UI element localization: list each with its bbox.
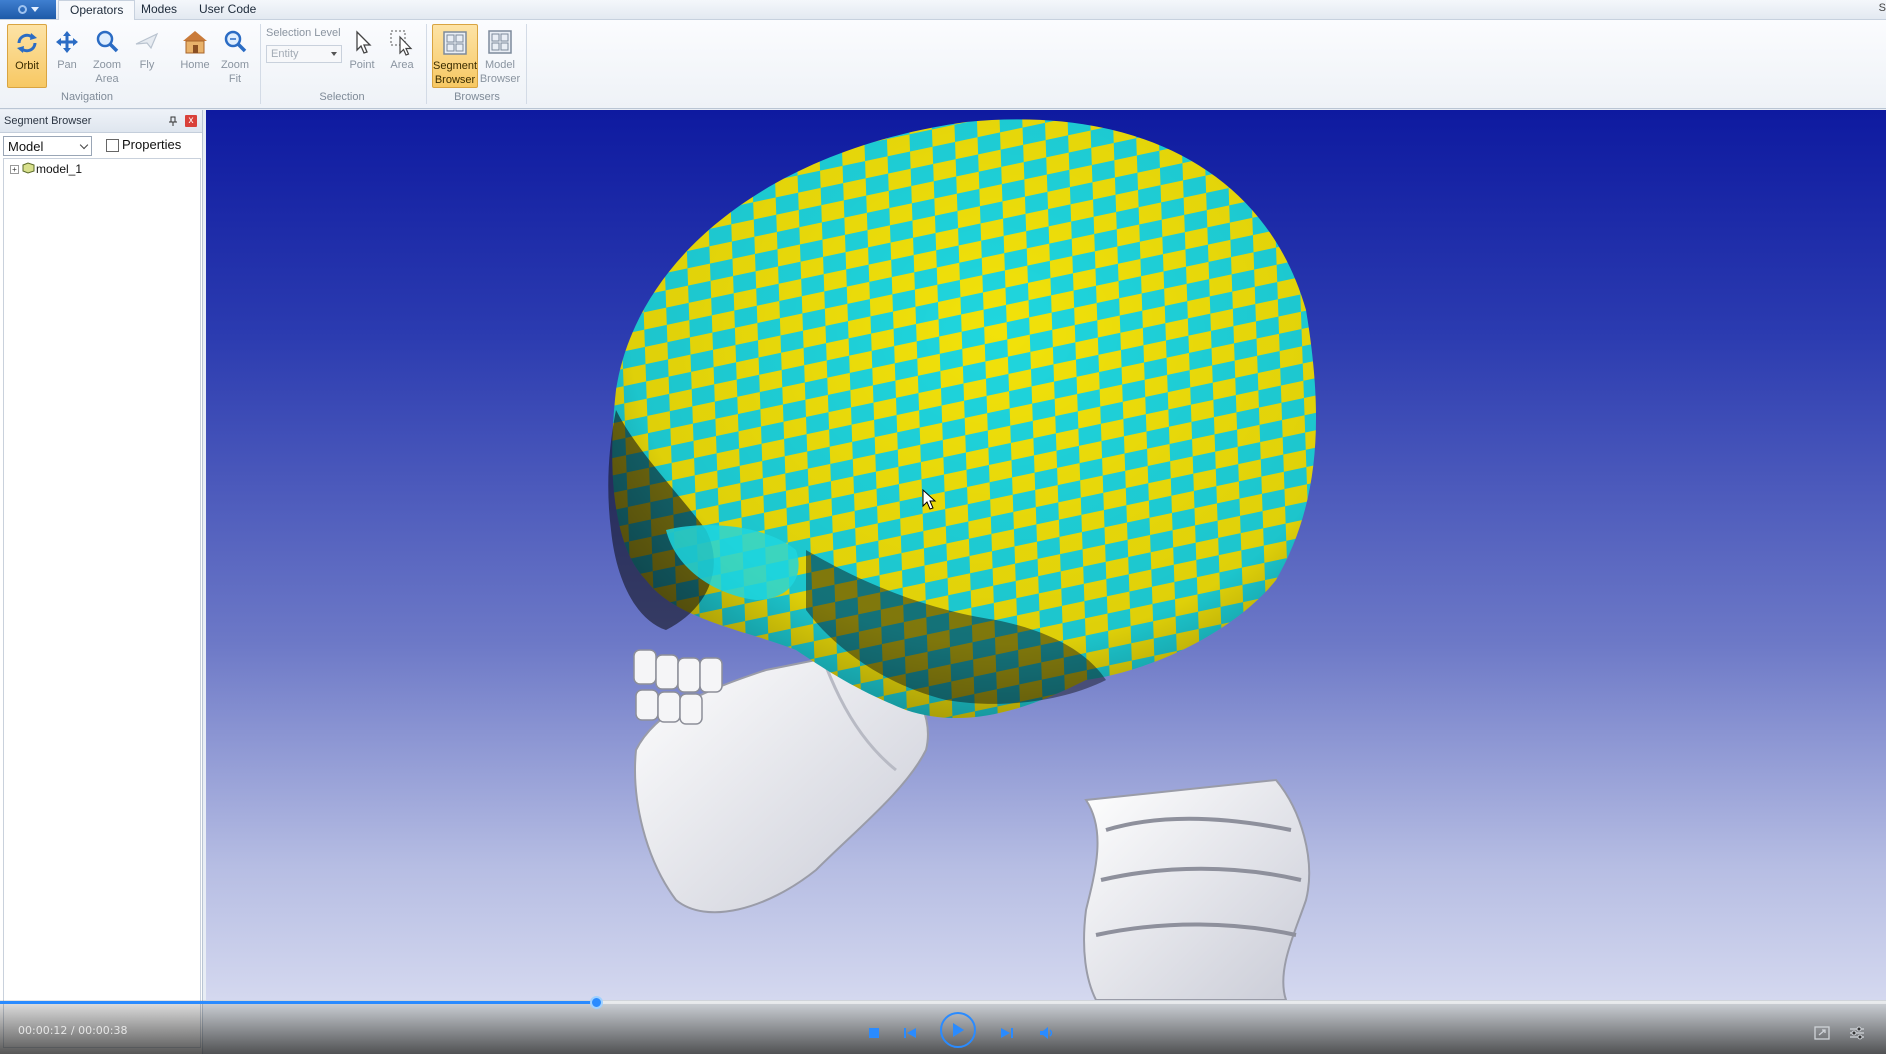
video-progress-thumb[interactable] <box>589 996 603 1009</box>
zoom-fit-button[interactable]: Zoom Fit <box>215 24 255 88</box>
segment-tree[interactable]: + model_1 <box>3 158 201 1048</box>
ribbon: Orbit Pan Zoom Area Fly Navigation Home … <box>0 20 1886 109</box>
pin-icon[interactable] <box>168 116 178 126</box>
group-separator <box>260 24 261 104</box>
model-browser-icon <box>488 30 512 54</box>
orbit-icon <box>17 33 37 53</box>
model-dropdown[interactable]: Model <box>3 136 92 156</box>
next-button[interactable] <box>993 1019 1021 1047</box>
application-menu-button[interactable] <box>0 0 56 19</box>
segment-browser-label: Segment Browser <box>433 60 478 86</box>
model-dropdown-value: Model <box>8 139 44 154</box>
volume-button[interactable] <box>1033 1019 1061 1047</box>
close-panel-button[interactable]: x <box>185 115 197 127</box>
area-select-button[interactable]: Area <box>382 24 422 88</box>
selection-level-value: Entity <box>271 48 299 60</box>
volume-icon <box>1040 1027 1053 1039</box>
tree-item-model-1[interactable]: model_1 <box>36 162 82 176</box>
model-browser-button[interactable]: Model Browser <box>478 24 522 88</box>
tab-operators[interactable]: Operators <box>58 0 136 21</box>
zoom-fit-label: Zoom Fit <box>220 59 250 85</box>
model-node-icon <box>22 162 35 174</box>
ribbon-tab-strip: Operators Modes User Code S <box>0 0 1886 21</box>
model-browser-label: Model Browser <box>479 59 521 85</box>
segment-browser-button[interactable]: Segment Browser <box>432 24 478 88</box>
pan-button[interactable]: Pan <box>47 24 87 88</box>
tree-expand-toggle[interactable]: + <box>10 165 19 174</box>
zoom-area-button[interactable]: Zoom Area <box>87 24 127 88</box>
area-select-icon <box>390 30 413 56</box>
cursor-arrow-icon <box>356 30 372 54</box>
chevron-down-icon <box>79 140 89 150</box>
panel-title: Segment Browser <box>4 115 92 127</box>
zoom-fit-icon <box>224 30 247 53</box>
group-separator <box>426 24 427 104</box>
point-select-button[interactable]: Point <box>342 24 382 88</box>
chevron-down-icon <box>331 52 337 56</box>
stop-button[interactable] <box>860 1019 888 1047</box>
area-label: Area <box>390 59 414 71</box>
selection-group-label: Selection <box>319 91 365 103</box>
cranium-checker-surface <box>608 119 1316 719</box>
navigation-group-label: Navigation <box>61 91 113 103</box>
selection-level-dropdown[interactable]: Entity <box>266 45 342 63</box>
properties-label: Properties <box>122 137 182 152</box>
skull-model-render[interactable] <box>206 110 1886 1000</box>
properties-checkbox[interactable] <box>106 139 119 152</box>
point-label: Point <box>349 59 375 71</box>
selection-level-label: Selection Level <box>266 27 341 39</box>
panel-header: Segment Browser x <box>0 110 202 133</box>
app-logo-icon <box>17 5 27 14</box>
segment-browser-panel: Segment Browser x Model Properties + mod… <box>0 110 203 1054</box>
chevron-down-icon <box>30 7 39 12</box>
play-button[interactable] <box>940 1012 976 1048</box>
previous-button[interactable] <box>896 1019 924 1047</box>
home-label: Home <box>180 59 210 71</box>
window-corner-text: S <box>1878 2 1886 14</box>
home-icon <box>183 31 207 54</box>
zoom-area-label: Zoom Area <box>92 59 122 85</box>
fullscreen-button[interactable] <box>1808 1019 1836 1047</box>
zoom-area-icon <box>96 30 119 53</box>
settings-sliders-icon <box>1850 1026 1864 1040</box>
skip-previous-icon <box>904 1028 916 1038</box>
orbit-button[interactable]: Orbit <box>7 24 47 88</box>
pan-icon <box>56 31 78 53</box>
fly-icon <box>135 32 159 50</box>
skip-next-icon <box>1001 1028 1013 1038</box>
video-progress-fill <box>0 1001 596 1004</box>
cervical-spine <box>1083 778 1311 1000</box>
pan-label: Pan <box>57 59 77 71</box>
settings-button[interactable] <box>1843 1019 1871 1047</box>
tab-modes[interactable]: Modes <box>130 0 188 20</box>
segment-browser-icon <box>443 31 467 55</box>
fullscreen-icon <box>1814 1026 1830 1040</box>
browsers-group-label: Browsers <box>454 91 500 103</box>
video-time-readout: 00:00:12 / 00:00:38 <box>18 1024 128 1037</box>
fly-label: Fly <box>139 59 155 71</box>
play-icon <box>953 1023 964 1037</box>
3d-viewport[interactable] <box>206 110 1886 1000</box>
stop-icon <box>869 1028 879 1038</box>
orbit-label: Orbit <box>15 60 39 72</box>
tab-user-code[interactable]: User Code <box>188 0 267 20</box>
group-separator <box>526 24 527 104</box>
home-button[interactable]: Home <box>175 24 215 88</box>
fly-button[interactable]: Fly <box>127 24 167 88</box>
application-window: Operators Modes User Code S Orbit Pan Zo… <box>0 0 1886 1054</box>
